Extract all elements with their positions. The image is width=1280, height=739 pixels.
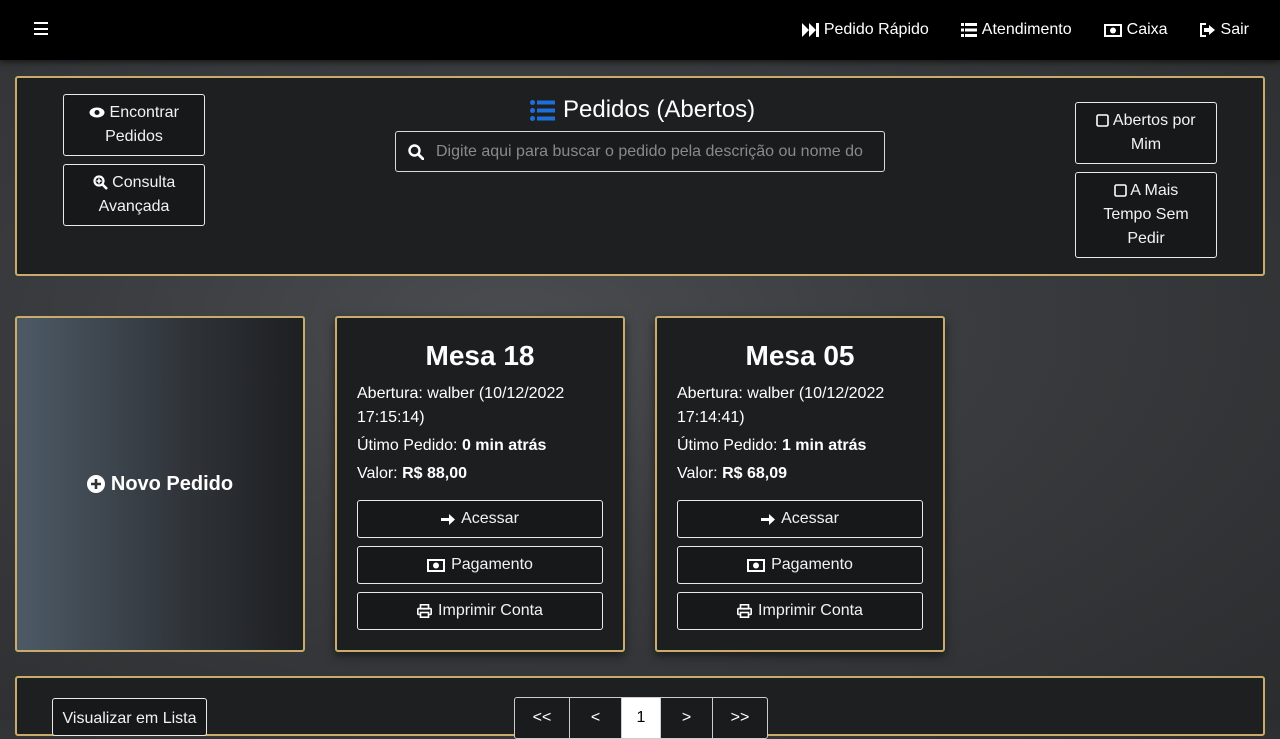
page-title: Pedidos (Abertos): [530, 93, 755, 127]
find-orders-line2: Pedidos: [105, 128, 163, 145]
fast-forward-icon: [801, 23, 819, 37]
new-order-card[interactable]: Novo Pedido: [15, 316, 305, 652]
order-last: Útimo Pedido: 1 min atrás: [677, 434, 927, 458]
top-nav: Pedido Rápido Atendimento Caixa Sair: [801, 0, 1249, 60]
opened-by-me-line1: Abertos por: [1112, 112, 1196, 129]
print-icon: [737, 604, 753, 618]
money-icon: [427, 558, 446, 572]
order-opening: Abertura: walber (10/12/2022 17:14:41): [677, 382, 927, 430]
nav-exit-label: Sair: [1220, 21, 1249, 38]
payment-label: Pagamento: [451, 556, 533, 573]
find-orders-line1: Encontrar: [109, 104, 179, 121]
last-order-label: Útimo Pedido:: [677, 437, 778, 454]
print-bill-button[interactable]: Imprimir Conta: [357, 592, 603, 630]
checkbox-square-icon: [1113, 184, 1127, 198]
order-value: Valor: R$ 88,00: [357, 462, 607, 486]
nav-service-label: Atendimento: [981, 21, 1072, 38]
order-opening: Abertura: walber (10/12/2022 17:15:14): [357, 382, 607, 430]
list-view-label: Visualizar em Lista: [62, 710, 197, 727]
advanced-line1-row: Consulta: [93, 171, 176, 195]
list-view-button[interactable]: Visualizar em Lista: [52, 698, 207, 736]
search-input[interactable]: [434, 141, 868, 162]
access-button[interactable]: Acessar: [677, 500, 923, 538]
order-card: Mesa 05 Abertura: walber (10/12/2022 17:…: [655, 316, 945, 652]
advanced-search-button[interactable]: Consulta Avançada: [63, 164, 205, 226]
value-amount: R$ 68,09: [722, 465, 787, 482]
list-icon: [960, 23, 977, 37]
access-label: Acessar: [461, 510, 519, 527]
value-label: Valor:: [677, 465, 718, 482]
opening-label: Abertura:: [357, 385, 423, 402]
longest-without-order-button[interactable]: A Mais Tempo Sem Pedir: [1075, 172, 1217, 258]
opened-by-me-line1-row: Abertos por: [1096, 109, 1196, 133]
last-order-value: 1 min atrás: [781, 437, 867, 454]
value-amount: R$ 88,00: [402, 465, 467, 482]
access-label: Acessar: [781, 510, 839, 527]
longest-line1: A Mais: [1130, 182, 1179, 199]
last-order-label: Útimo Pedido:: [357, 437, 458, 454]
nav-cashier-label: Caixa: [1126, 21, 1168, 38]
payment-button[interactable]: Pagamento: [357, 546, 603, 584]
money-icon: [747, 558, 766, 572]
find-orders-button[interactable]: Encontrar Pedidos: [63, 94, 205, 156]
payment-button[interactable]: Pagamento: [677, 546, 923, 584]
advanced-line1: Consulta: [112, 174, 176, 191]
print-icon: [417, 604, 433, 618]
plus-circle-icon: [86, 475, 105, 493]
page-current[interactable]: 1: [622, 698, 661, 738]
order-search-box: [395, 131, 885, 172]
order-title: Mesa 18: [425, 340, 535, 371]
print-bill-button[interactable]: Imprimir Conta: [677, 592, 923, 630]
arrow-right-icon: [761, 513, 776, 525]
search-icon: [408, 143, 424, 160]
find-orders-line1-row: Encontrar: [89, 101, 179, 125]
eye-icon: [89, 107, 105, 118]
order-title: Mesa 05: [745, 340, 855, 371]
value-label: Valor:: [357, 465, 398, 482]
page-title-text: Pedidos (Abertos): [563, 96, 756, 123]
opened-by-me-line2: Mim: [1130, 136, 1162, 153]
page-last[interactable]: >>: [713, 698, 767, 738]
print-label: Imprimir Conta: [438, 602, 543, 619]
longest-line2: Tempo Sem: [1103, 206, 1189, 223]
page-next[interactable]: >: [661, 698, 713, 738]
sign-out-icon: [1199, 23, 1215, 37]
nav-service[interactable]: Atendimento: [960, 21, 1072, 39]
search-plus-icon: [93, 175, 108, 191]
nav-quick-order-label: Pedido Rápido: [823, 21, 929, 38]
access-button[interactable]: Acessar: [357, 500, 603, 538]
page-prev[interactable]: <: [570, 698, 622, 738]
nav-cashier[interactable]: Caixa: [1103, 21, 1168, 39]
opened-by-me-button[interactable]: Abertos por Mim: [1075, 102, 1217, 164]
checkbox-square-icon: [1096, 114, 1110, 128]
list-ul-icon: [530, 99, 555, 121]
top-navbar: Pedido Rápido Atendimento Caixa Sair: [0, 0, 1280, 60]
nav-exit[interactable]: Sair: [1199, 21, 1249, 39]
order-value: Valor: R$ 68,09: [677, 462, 927, 486]
longest-line3: Pedir: [1127, 230, 1165, 247]
new-order-label: Novo Pedido: [110, 472, 234, 495]
opening-label: Abertura:: [677, 385, 743, 402]
arrow-right-icon: [441, 513, 456, 525]
advanced-line2: Avançada: [98, 198, 170, 215]
order-card: Mesa 18 Abertura: walber (10/12/2022 17:…: [335, 316, 625, 652]
money-icon: [1103, 23, 1122, 37]
longest-line1-row: A Mais: [1113, 179, 1179, 203]
payment-label: Pagamento: [771, 556, 853, 573]
nav-quick-order[interactable]: Pedido Rápido: [801, 21, 929, 39]
order-last: Útimo Pedido: 0 min atrás: [357, 434, 607, 458]
page-first[interactable]: <<: [515, 698, 570, 738]
menu-toggle-icon[interactable]: [34, 22, 48, 35]
pagination: << < 1 > >>: [514, 697, 768, 739]
last-order-value: 0 min atrás: [461, 437, 547, 454]
print-label: Imprimir Conta: [758, 602, 863, 619]
